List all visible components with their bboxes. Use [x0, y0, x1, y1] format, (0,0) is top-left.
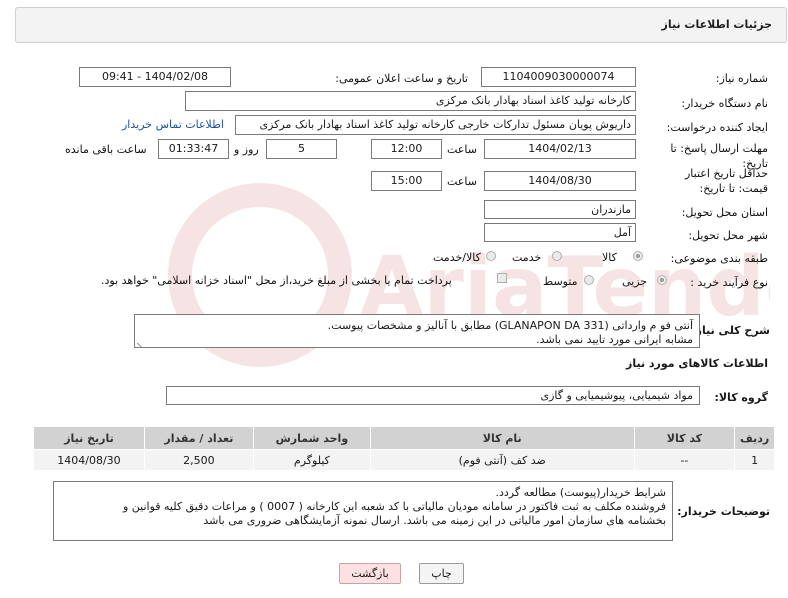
- buyer-org-label: نام دستگاه خریدار:: [681, 97, 768, 110]
- city-field: آمل: [484, 223, 636, 242]
- need-number-label: شماره نیاز:: [715, 72, 768, 85]
- cell-row-number: 1: [734, 449, 775, 471]
- remaining-label: ساعت باقی مانده: [65, 143, 147, 156]
- page-header: جزئیات اطلاعات نیاز: [15, 7, 787, 43]
- reply-days-field: 5: [266, 139, 337, 159]
- goods-info-title: اطلاعات کالاهای مورد نیاز: [626, 357, 768, 370]
- purchase-process-label: نوع فرآیند خرید :: [690, 276, 768, 289]
- goods-group-label: گروه کالا:: [714, 391, 768, 404]
- reply-time-label: ساعت: [447, 143, 477, 156]
- buyer-notes-label: توضیحات خریدار:: [677, 505, 770, 518]
- delivery-city-label: شهر محل تحویل:: [688, 229, 768, 242]
- col-header-unit: واحد شمارش: [252, 426, 371, 450]
- category-option-goods-service: کالا/خدمت: [433, 251, 481, 264]
- buyer-notes-line-1: شرایط خریدار(پیوست) مطالعه گردد.: [495, 486, 667, 499]
- col-header-quantity: تعداد / مقدار: [143, 426, 254, 450]
- validity-time-field: 15:00: [371, 171, 442, 191]
- general-desc-label: شرح کلی نیاز:: [691, 324, 770, 337]
- print-button[interactable]: چاپ: [419, 563, 464, 584]
- requester-label: ایجاد کننده درخواست:: [666, 121, 768, 134]
- announce-datetime-field: 1404/02/08 - 09:41: [79, 67, 231, 87]
- back-button[interactable]: بازگشت: [339, 563, 401, 584]
- buyer-notes-line-3: بخشنامه های سازمان امور مالیاتی در این ز…: [203, 514, 666, 527]
- day-and-label: روز و: [234, 143, 259, 156]
- col-header-need-date: تاریخ نیاز: [33, 426, 145, 450]
- category-radio-goods-service[interactable]: [486, 251, 496, 261]
- requester-field: داریوش پویان مسئول تدارکات خارجی کارخانه…: [235, 115, 636, 135]
- cell-need-date: 1404/08/30: [33, 449, 145, 471]
- reply-date-field: 1404/02/13: [484, 139, 636, 159]
- buyer-notes-textarea[interactable]: شرایط خریدار(پیوست) مطالعه گردد. فروشنده…: [53, 481, 673, 541]
- cell-unit: کیلوگرم: [252, 449, 371, 471]
- page-title: جزئیات اطلاعات نیاز: [661, 18, 773, 31]
- need-number-field: 1104009030000074: [481, 67, 636, 87]
- announce-datetime-label: تاریخ و ساعت اعلان عمومی:: [335, 72, 468, 85]
- remaining-time-field: 01:33:47: [158, 139, 229, 159]
- category-option-service: خدمت: [512, 251, 542, 264]
- process-option-minor: جزیی: [622, 275, 648, 288]
- treasury-checkbox[interactable]: [497, 273, 507, 283]
- buyer-notes-line-2: فروشنده مکلف به ثبت فاکتور در سامانه مود…: [122, 500, 666, 513]
- items-table: ردیف کد کالا نام کالا واحد شمارش تعداد /…: [33, 426, 775, 471]
- cell-name: ضد کف (آنتی فوم): [369, 449, 635, 471]
- process-option-medium: متوسط: [543, 275, 578, 288]
- validity-date-field: 1404/08/30: [484, 171, 636, 191]
- col-header-row-number: ردیف: [734, 426, 775, 450]
- process-radio-minor[interactable]: [657, 275, 667, 285]
- table-row: 1 -- ضد کف (آنتی فوم) کیلوگرم 2,500 1404…: [33, 449, 775, 471]
- general-desc-line-2: مشابه ایرانی مورد تایید نمی باشد.: [536, 333, 693, 346]
- treasury-note: پرداخت تمام یا بخشی از مبلغ خرید،از محل …: [101, 274, 452, 287]
- category-label: طبقه بندی موضوعی:: [670, 252, 768, 265]
- delivery-province-label: استان محل تحویل:: [681, 206, 768, 219]
- buyer-org-field: کارخانه تولید کاغذ اسناد بهادار بانک مرک…: [185, 91, 636, 111]
- validity-time-label: ساعت: [447, 175, 477, 188]
- cell-quantity: 2,500: [143, 449, 254, 471]
- category-radio-service[interactable]: [552, 251, 562, 261]
- goods-group-field: مواد شیمیایی، پیوشیمیایی و گازی: [166, 386, 700, 405]
- category-radio-goods[interactable]: [633, 251, 643, 261]
- col-header-name: نام کالا: [369, 426, 635, 450]
- category-option-goods: کالا: [602, 251, 617, 264]
- reply-time-field: 12:00: [371, 139, 442, 159]
- process-radio-medium[interactable]: [584, 275, 594, 285]
- table-header-row: ردیف کد کالا نام کالا واحد شمارش تعداد /…: [33, 426, 775, 450]
- province-field: مازندران: [484, 200, 636, 219]
- general-desc-textarea[interactable]: آنتی فو م وارداتی (GLANAPON DA 331) مطاب…: [134, 314, 700, 348]
- price-validity-label: حداقل تاریخ اعتبار قیمت: تا تاریخ:: [684, 167, 768, 195]
- general-desc-line-1: آنتی فو م وارداتی (GLANAPON DA 331) مطاب…: [327, 319, 693, 332]
- col-header-code: کد کالا: [633, 426, 736, 450]
- cell-code: --: [633, 449, 736, 471]
- buyer-contact-link[interactable]: اطلاعات تماس خریدار: [122, 118, 224, 131]
